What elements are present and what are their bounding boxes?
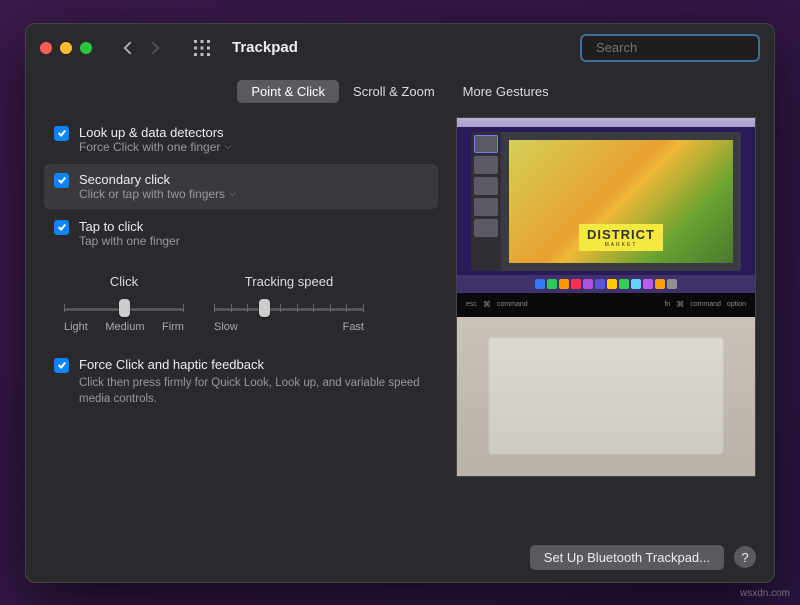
minimize-window-button[interactable] bbox=[60, 42, 72, 54]
force-click-desc: Click then press firmly for Quick Look, … bbox=[79, 375, 428, 407]
sliders-row: Click Light Medium Firm Tracking speed bbox=[64, 274, 438, 333]
tab-point-click[interactable]: Point & Click bbox=[237, 80, 339, 103]
tracking-slider-knob[interactable] bbox=[259, 299, 270, 317]
tracking-slider[interactable] bbox=[214, 297, 364, 319]
gesture-preview: DISTRICT MARKET esc ⌘ command bbox=[456, 117, 756, 477]
window-title: Trackpad bbox=[232, 39, 298, 56]
click-firm-label: Firm bbox=[162, 321, 184, 333]
tracking-slow-label: Slow bbox=[214, 321, 238, 333]
search-field[interactable] bbox=[580, 34, 760, 62]
footer: Set Up Bluetooth Trackpad... ? bbox=[26, 533, 774, 582]
option-tap-to-click[interactable]: Tap to click Tap with one finger bbox=[44, 211, 438, 256]
option-lookup-menu[interactable]: Force Click with one finger⌵ bbox=[79, 140, 231, 154]
click-light-label: Light bbox=[64, 321, 88, 333]
show-all-icon[interactable] bbox=[190, 36, 214, 60]
click-medium-label: Medium bbox=[105, 321, 144, 333]
help-button[interactable]: ? bbox=[734, 546, 756, 568]
chevron-down-icon: ⌵ bbox=[224, 141, 231, 152]
option-tap-title: Tap to click bbox=[79, 219, 180, 234]
preview-trackpad-area bbox=[457, 317, 755, 476]
option-tap-sub: Tap with one finger bbox=[79, 234, 180, 248]
preview-screen: DISTRICT MARKET bbox=[457, 118, 755, 293]
district-banner: DISTRICT MARKET bbox=[579, 224, 663, 251]
force-click-option: Force Click and haptic feedback Click th… bbox=[44, 357, 438, 407]
option-secondary-menu[interactable]: Click or tap with two fingers⌵ bbox=[79, 187, 236, 201]
close-window-button[interactable] bbox=[40, 42, 52, 54]
back-button[interactable] bbox=[114, 35, 140, 61]
checkbox-lookup[interactable] bbox=[54, 126, 69, 141]
content-area: Look up & data detectors Force Click wit… bbox=[26, 103, 774, 533]
click-slider-block: Click Light Medium Firm bbox=[64, 274, 184, 333]
chevron-down-icon: ⌵ bbox=[229, 188, 236, 199]
options-column: Look up & data detectors Force Click wit… bbox=[44, 117, 438, 533]
option-secondary-click[interactable]: Secondary click Click or tap with two fi… bbox=[44, 164, 438, 209]
search-input[interactable] bbox=[596, 40, 772, 55]
click-slider[interactable] bbox=[64, 297, 184, 319]
option-lookup-title: Look up & data detectors bbox=[79, 125, 231, 140]
force-click-title: Force Click and haptic feedback bbox=[79, 357, 264, 372]
preview-column: DISTRICT MARKET esc ⌘ command bbox=[456, 117, 756, 533]
click-slider-knob[interactable] bbox=[119, 299, 130, 317]
click-slider-label: Click bbox=[110, 274, 138, 289]
preview-trackpad bbox=[488, 337, 724, 455]
setup-bluetooth-button[interactable]: Set Up Bluetooth Trackpad... bbox=[530, 545, 724, 570]
forward-button[interactable] bbox=[142, 35, 168, 61]
tracking-slider-label: Tracking speed bbox=[245, 274, 333, 289]
checkbox-secondary[interactable] bbox=[54, 173, 69, 188]
preview-touchbar: esc ⌘ command fn ⌘ command option bbox=[457, 293, 755, 317]
tracking-fast-label: Fast bbox=[343, 321, 364, 333]
titlebar: Trackpad bbox=[26, 24, 774, 72]
watermark: wsxdn.com bbox=[740, 588, 790, 599]
traffic-lights bbox=[40, 42, 92, 54]
tracking-slider-block: Tracking speed Slow Fast bbox=[214, 274, 364, 333]
tab-bar: Point & Click Scroll & Zoom More Gesture… bbox=[26, 80, 774, 103]
checkbox-force-click[interactable] bbox=[54, 358, 69, 373]
preview-dock bbox=[457, 275, 755, 293]
checkbox-tap[interactable] bbox=[54, 220, 69, 235]
option-secondary-title: Secondary click bbox=[79, 172, 236, 187]
tab-scroll-zoom[interactable]: Scroll & Zoom bbox=[339, 80, 449, 103]
option-lookup[interactable]: Look up & data detectors Force Click wit… bbox=[44, 117, 438, 162]
tab-more-gestures[interactable]: More Gestures bbox=[449, 80, 563, 103]
fullscreen-window-button[interactable] bbox=[80, 42, 92, 54]
nav-buttons bbox=[114, 35, 168, 61]
preferences-window: Trackpad Point & Click Scroll & Zoom Mor… bbox=[25, 23, 775, 583]
